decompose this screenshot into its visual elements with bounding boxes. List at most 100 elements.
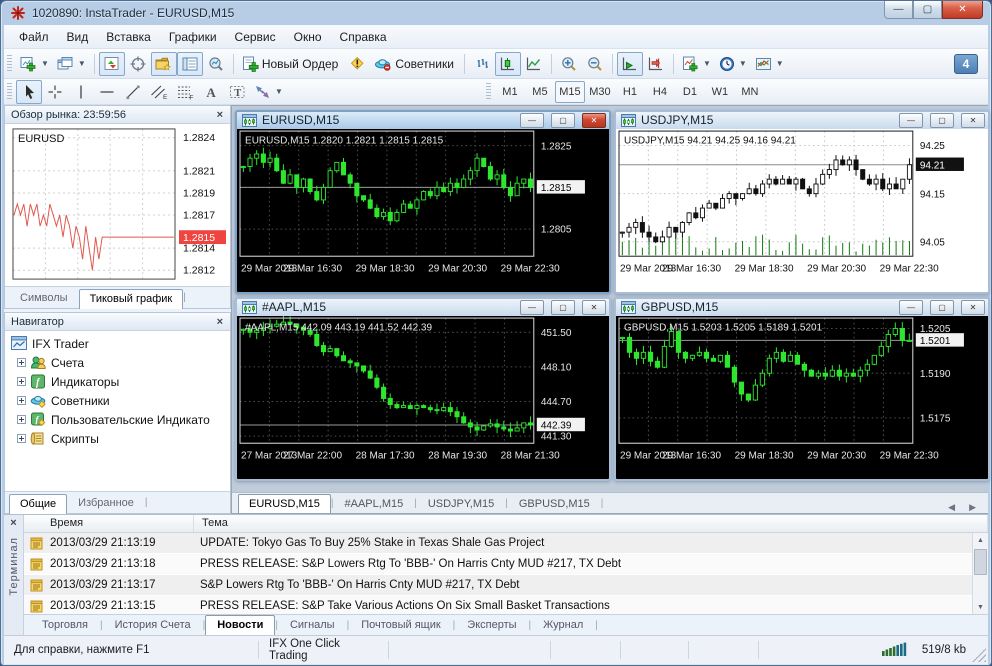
market-watch-button[interactable] [98,51,125,76]
chart-minimize-button[interactable]: — [520,112,544,128]
expand-icon[interactable] [17,415,26,424]
terminal-tab-1[interactable]: История Счета [103,615,203,635]
timeframe-w1[interactable]: W1 [705,81,735,103]
candlestick-chart[interactable]: 1.28251.28151.28051.281529 Mar 201329 Ma… [237,129,609,292]
crosshair-button[interactable] [42,80,68,104]
horizontal-line-button[interactable] [94,80,120,104]
tree-item-script[interactable]: Скрипты [9,429,228,448]
indicators-button[interactable]: ▼ [678,52,715,76]
toolbar-grip[interactable] [7,82,12,101]
terminal-tab-4[interactable]: Почтовый ящик [349,615,452,635]
scroll-right-icon[interactable]: ▶ [969,502,976,513]
terminal-tab-6[interactable]: Журнал [531,615,595,635]
menu-item-charts[interactable]: Графики [160,27,226,47]
news-row[interactable]: 2013/03/29 21:13:17 S&P Lowers Rtg To 'BB… [24,575,988,596]
chart-window-titlebar[interactable]: USDJPY,M15 — ▢ ✕ [616,112,988,129]
column-header-time[interactable]: Время [24,515,194,532]
dropdown-caret-icon[interactable]: ▼ [703,59,711,68]
chart-tab-gbpusd[interactable]: GBPUSD,M15 [508,494,601,513]
tree-item-advisor[interactable]: Советники [9,391,228,410]
text-label-button[interactable]: T [224,80,250,104]
timeframe-m15[interactable]: M15 [554,80,585,103]
scroll-left-icon[interactable]: ◀ [948,502,955,513]
menu-item-file[interactable]: Файл [10,27,58,47]
timeframe-m1[interactable]: M1 [495,81,525,103]
profiles-button[interactable]: ▼ [53,52,90,76]
chart-window-titlebar[interactable]: EURUSD,M15 — ▢ ✕ [237,112,609,129]
chart-restore-button[interactable]: ▢ [551,112,575,128]
dropdown-caret-icon[interactable]: ▼ [776,59,784,68]
resize-grip[interactable] [972,648,986,662]
chart-window-eurusd[interactable]: EURUSD,M15—▢✕1.28251.28151.28051.281529 … [235,110,611,294]
market-watch-tab-1[interactable]: Тиковый график [78,289,184,309]
chart-canvas[interactable]: 451.50 448.10 444.70 441.30 442.39 27 Mar 201… [237,315,609,479]
cursor-button[interactable] [16,79,42,104]
candlestick-chart[interactable]: 94.2594.1594.0594.2129 Mar 201329 Mar 16… [616,129,988,292]
vertical-line-button[interactable] [68,80,94,104]
chart-restore-button[interactable]: ▢ [551,299,575,315]
news-scrollbar[interactable]: ▲ ▼ [972,533,988,614]
dropdown-caret-icon[interactable]: ▼ [78,59,86,68]
timeframe-h4[interactable]: H4 [645,81,675,103]
timeframe-m5[interactable]: M5 [525,81,555,103]
market-watch-close-icon[interactable]: × [214,109,226,120]
close-button[interactable]: ✕ [942,1,983,19]
chart-window-aapl[interactable]: #AAPL,M15 — ▢ ✕ 451.50 448.10 444.70 441.30 442.… [235,297,611,481]
chart-close-button[interactable]: ✕ [582,112,606,128]
auto-scroll-button[interactable] [616,51,643,76]
tick-chart[interactable]: 1.2824 1.2821 1.2819 1.2817 1.2814 1.2812 1.28… [5,124,230,286]
navigator-button[interactable] [150,51,177,76]
scroll-up-icon[interactable]: ▲ [973,533,988,547]
toolbar-grip[interactable] [7,54,12,73]
news-row[interactable]: 2013/03/29 21:13:19 UPDATE: Tokyo Gas To … [24,533,988,554]
chart-minimize-button[interactable]: — [899,112,923,128]
timeframe-d1[interactable]: D1 [675,81,705,103]
chart-close-button[interactable]: ✕ [582,299,606,315]
chart-restore-button[interactable]: ▢ [930,112,954,128]
periods-button[interactable]: ▼ [715,52,751,76]
candlestick-chart[interactable]: 451.50448.10444.70441.30442.3927 Mar 201… [237,315,609,479]
navigator-tab-0[interactable]: Общие [9,494,68,514]
expand-icon[interactable] [17,396,26,405]
chart-minimize-button[interactable]: — [520,299,544,315]
navigator-close-icon[interactable]: × [214,316,226,327]
expand-icon[interactable] [17,358,26,367]
chart-tab-usdjpy[interactable]: USDJPY,M15 [417,494,505,513]
tree-item-accounts[interactable]: Счета [9,353,228,372]
chart-tab-aapl[interactable]: #AAPL,M15 [334,494,415,513]
terminal-close-icon[interactable]: × [10,515,16,535]
line-chart-button[interactable] [521,52,547,76]
minimize-button[interactable]: — [884,1,913,19]
news-row[interactable]: 2013/03/29 21:13:15 PRESS RELEASE: S&P Ta… [24,596,988,614]
tree-item-custom-indicator[interactable]: f Пользовательские Индикато [9,410,228,429]
zoom-out-button[interactable] [582,52,608,76]
chart-shift-button[interactable] [643,52,669,76]
chart-close-button[interactable]: ✕ [961,112,985,128]
chart-window-usdjpy[interactable]: USDJPY,M15 — ▢ ✕ 94.25 94.15 94.05 94.21 29 Mar … [614,110,990,294]
trend-line-button[interactable] [120,80,146,104]
maximize-button[interactable]: ▢ [913,1,942,19]
menu-item-help[interactable]: Справка [331,27,396,47]
terminal-tab-0[interactable]: Торговля [30,615,100,635]
news-row[interactable]: 2013/03/29 21:13:18 PRESS RELEASE: S&P Lo… [24,554,988,575]
terminal-tab-2[interactable]: Новости [205,615,276,635]
menu-item-insert[interactable]: Вставка [97,27,160,47]
scroll-down-icon[interactable]: ▼ [973,600,988,614]
terminal-tab-5[interactable]: Эксперты [455,615,528,635]
navigator-tab-1[interactable]: Избранное [67,493,145,513]
chart-minimize-button[interactable]: — [899,299,923,315]
chart-close-button[interactable]: ✕ [961,299,985,315]
timeframe-h1[interactable]: H1 [615,81,645,103]
templates-button[interactable]: ▼ [751,52,788,76]
column-header-topic[interactable]: Тема [194,515,988,532]
bar-chart-button[interactable] [469,52,495,76]
candlestick-chart[interactable]: 1.52051.51901.51751.520129 Mar 201329 Ma… [616,316,988,479]
chart-canvas[interactable]: 94.25 94.15 94.05 94.21 29 Mar 2013 29 Mar 16… [616,128,988,292]
channel-button[interactable]: E [146,80,172,104]
warning-button[interactable] [344,52,370,76]
candlestick-button[interactable] [494,51,521,76]
zoom-in-button[interactable] [556,52,582,76]
advisors-button[interactable]: Советники [370,52,460,76]
text-button[interactable]: A [198,80,224,104]
terminal-button[interactable] [176,51,203,76]
